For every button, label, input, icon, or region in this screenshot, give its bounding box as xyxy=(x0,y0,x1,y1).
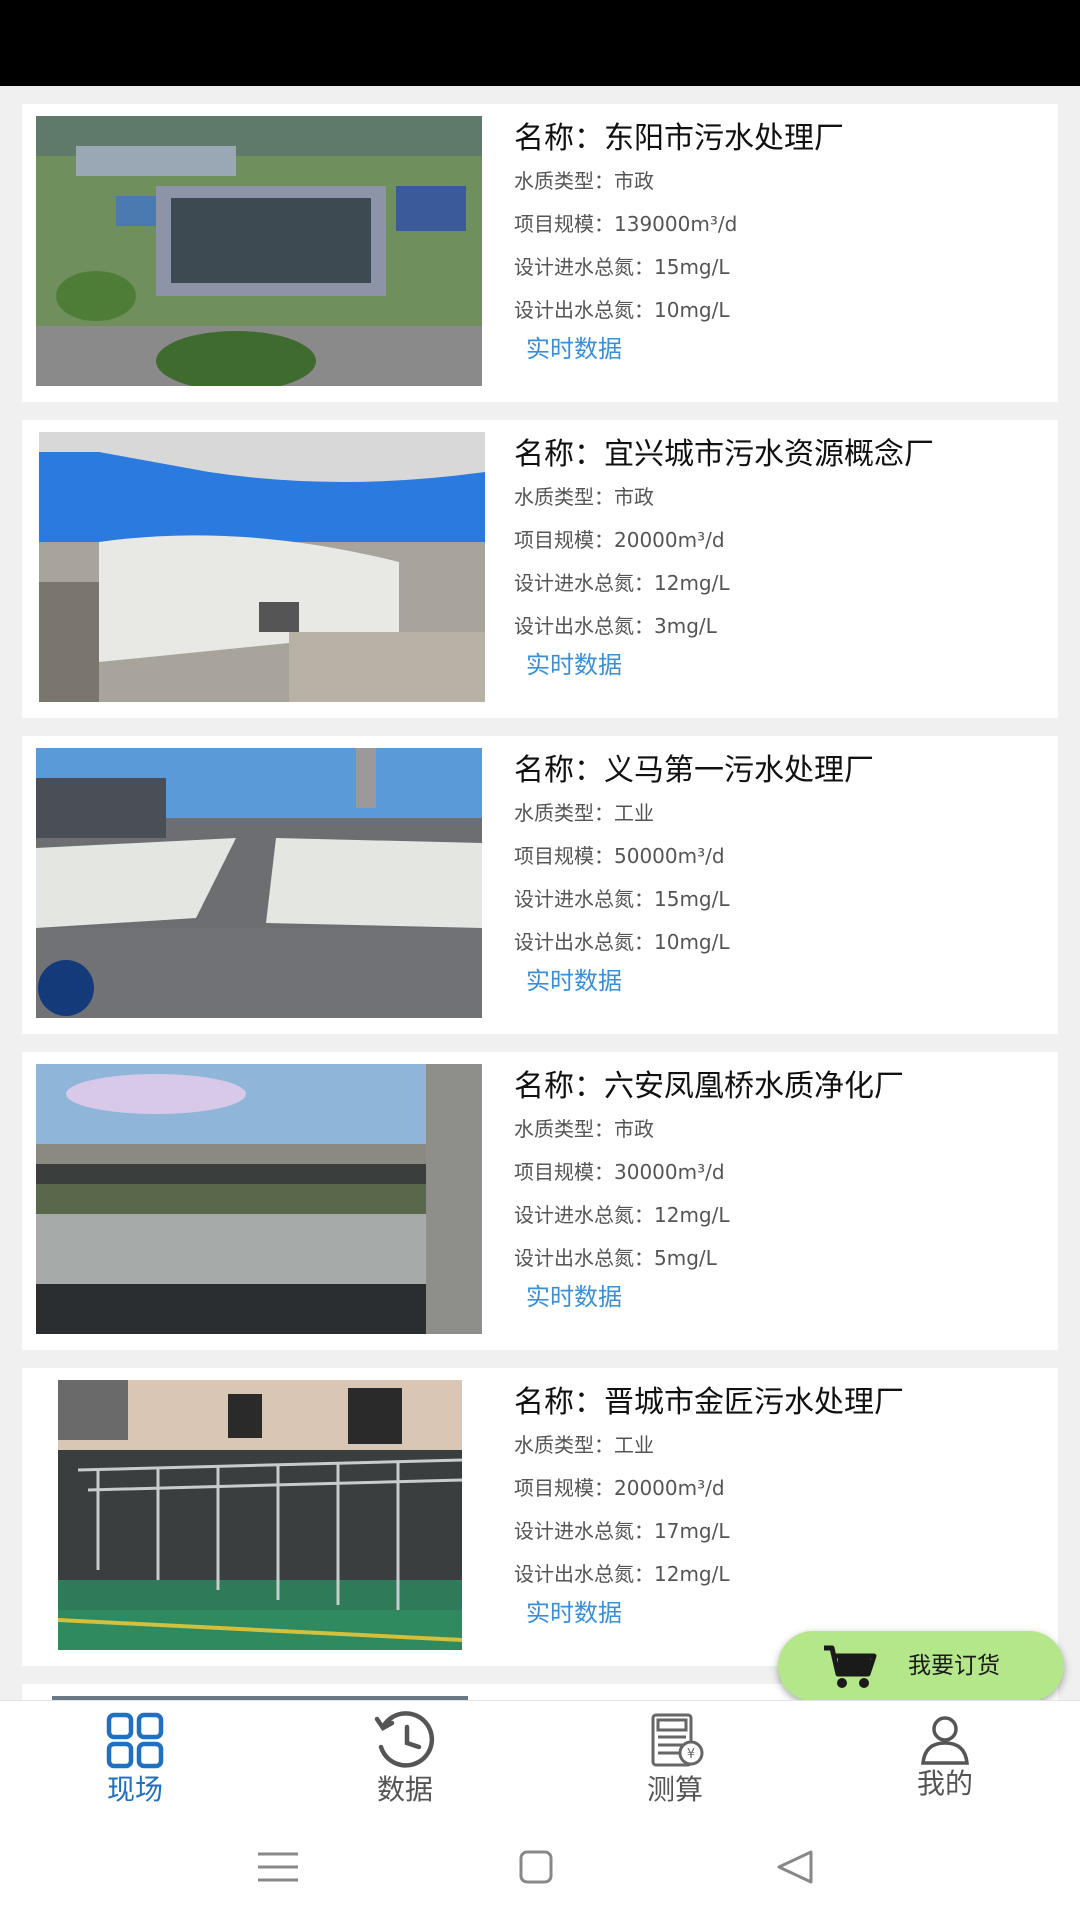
realtime-data-link[interactable]: 实时数据 xyxy=(526,329,622,369)
plant-card[interactable]: 名称：义马第一污水处理厂 水质类型：工业 项目规模：50000m³/d 设计进水… xyxy=(22,736,1058,1034)
tab-label: 我的 xyxy=(916,1767,973,1800)
menu-icon[interactable] xyxy=(248,1844,308,1890)
plant-name: 名称：六安凤凰桥水质净化厂 xyxy=(514,1069,904,1104)
water-type: 水质类型：工业 xyxy=(514,1433,654,1457)
status-bar xyxy=(0,0,1080,86)
plant-card[interactable]: 名称：晋城市金匠污水处理厂 水质类型：工业 项目规模：20000m³/d 设计进… xyxy=(22,1368,1058,1666)
outlet-total-nitrogen: 设计出水总氮：12mg/L xyxy=(514,1562,730,1586)
tab-data[interactable]: 数据 xyxy=(270,1701,540,1815)
water-type: 水质类型：市政 xyxy=(514,169,654,193)
project-scale: 项目规模：20000m³/d xyxy=(514,528,725,552)
inlet-total-nitrogen: 设计进水总氮：12mg/L xyxy=(514,571,730,595)
realtime-data-link[interactable]: 实时数据 xyxy=(526,1593,622,1633)
order-button[interactable]: 我要订货 xyxy=(778,1631,1064,1701)
realtime-data-link[interactable]: 实时数据 xyxy=(526,1277,622,1317)
tab-label: 数据 xyxy=(376,1773,433,1806)
plant-photo xyxy=(58,1380,462,1650)
grid-icon xyxy=(106,1712,164,1769)
inlet-total-nitrogen: 设计进水总氮：12mg/L xyxy=(514,1203,730,1227)
outlet-total-nitrogen: 设计出水总氮：10mg/L xyxy=(514,930,730,954)
back-icon[interactable] xyxy=(765,1844,825,1890)
water-type: 水质类型：市政 xyxy=(514,1117,654,1141)
tab-calculate[interactable]: ¥ 测算 xyxy=(540,1701,810,1815)
tab-onsite[interactable]: 现场 xyxy=(0,1701,270,1815)
plant-photo xyxy=(39,432,485,702)
inlet-total-nitrogen: 设计进水总氮：15mg/L xyxy=(514,887,730,911)
plant-name: 名称：东阳市污水处理厂 xyxy=(514,121,844,156)
tab-mine[interactable]: 我的 xyxy=(810,1701,1080,1815)
home-icon[interactable] xyxy=(505,1844,565,1890)
plant-card[interactable]: 名称：宜兴城市污水资源概念厂 水质类型：市政 项目规模：20000m³/d 设计… xyxy=(22,420,1058,718)
order-button-label: 我要订货 xyxy=(908,1653,1000,1679)
bottom-tab-bar: 现场 数据 ¥ 测算 我的 xyxy=(0,1700,1080,1815)
project-scale: 项目规模：20000m³/d xyxy=(514,1476,725,1500)
outlet-total-nitrogen: 设计出水总氮：10mg/L xyxy=(514,298,730,322)
project-scale: 项目规模：50000m³/d xyxy=(514,844,725,868)
outlet-total-nitrogen: 设计出水总氮：3mg/L xyxy=(514,614,717,638)
system-nav-bar xyxy=(0,1814,1080,1920)
realtime-data-link[interactable]: 实时数据 xyxy=(526,645,622,685)
cart-icon xyxy=(824,1645,877,1688)
plant-card[interactable]: 名称：六安凤凰桥水质净化厂 水质类型：市政 项目规模：30000m³/d 设计进… xyxy=(22,1052,1058,1350)
project-scale: 项目规模：139000m³/d xyxy=(514,212,738,236)
svg-text:¥: ¥ xyxy=(687,1747,695,1762)
plant-list[interactable]: 名称：东阳市污水处理厂 水质类型：市政 项目规模：139000m³/d 设计进水… xyxy=(0,86,1080,1700)
water-type: 水质类型：工业 xyxy=(514,801,654,825)
tab-label: 现场 xyxy=(106,1773,163,1806)
plant-card[interactable]: 名称：东阳市污水处理厂 水质类型：市政 项目规模：139000m³/d 设计进水… xyxy=(22,104,1058,402)
plant-name: 名称：义马第一污水处理厂 xyxy=(514,753,874,788)
plant-name: 名称：宜兴城市污水资源概念厂 xyxy=(514,437,934,472)
calculator-icon: ¥ xyxy=(651,1713,704,1767)
inlet-total-nitrogen: 设计进水总氮：17mg/L xyxy=(514,1519,730,1543)
plant-photo xyxy=(36,1064,482,1334)
history-clock-icon xyxy=(374,1711,435,1768)
tab-label: 测算 xyxy=(646,1773,703,1806)
user-icon xyxy=(921,1716,969,1765)
project-scale: 项目规模：30000m³/d xyxy=(514,1160,725,1184)
inlet-total-nitrogen: 设计进水总氮：15mg/L xyxy=(514,255,730,279)
water-type: 水质类型：市政 xyxy=(514,485,654,509)
plant-name: 名称：晋城市金匠污水处理厂 xyxy=(514,1385,904,1420)
plant-photo xyxy=(36,116,482,386)
outlet-total-nitrogen: 设计出水总氮：5mg/L xyxy=(514,1246,717,1270)
realtime-data-link[interactable]: 实时数据 xyxy=(526,961,622,1001)
plant-photo xyxy=(36,748,482,1018)
